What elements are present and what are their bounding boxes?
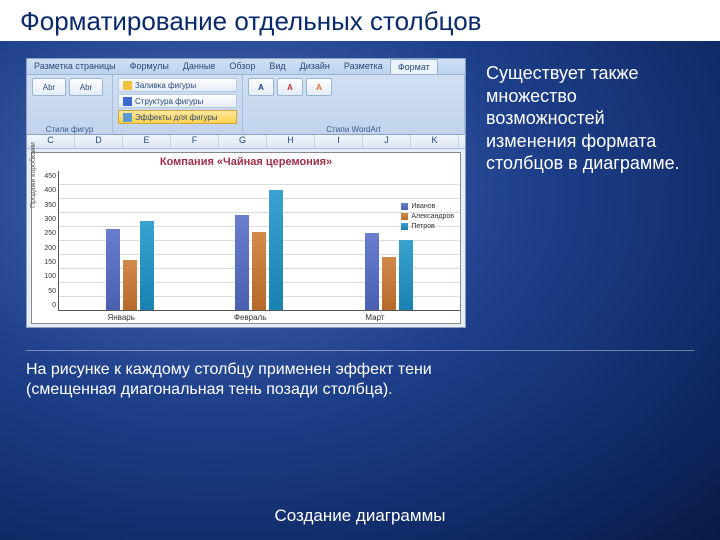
ribbon-group-shape-styles: Abr Abr Стили фигур	[27, 75, 113, 135]
app-screenshot: Разметка страницы Формулы Данные Обзор В…	[26, 58, 466, 328]
divider-line	[26, 350, 694, 351]
bar-feb-ivanov[interactable]	[235, 215, 249, 310]
bar-feb-aleks[interactable]	[252, 232, 266, 310]
slide-title: Форматирование отдельных столбцов	[0, 0, 720, 41]
tab-data[interactable]: Данные	[176, 59, 223, 74]
outline-icon	[123, 97, 132, 106]
bar-feb-petrov[interactable]	[269, 190, 283, 310]
wordart-preset-3[interactable]: A	[306, 78, 332, 96]
ribbon-group-wordart: A A A Стили WordArt	[243, 75, 465, 135]
bar-jan-ivanov[interactable]	[106, 229, 120, 310]
col-e[interactable]: E	[123, 135, 171, 148]
group-label-shape-styles: Стили фигур	[32, 125, 107, 134]
chart-title: Компания «Чайная церемония»	[32, 153, 460, 171]
tab-format[interactable]: Формат	[390, 59, 438, 74]
shape-style-preset-1[interactable]: Abr	[32, 78, 66, 96]
bar-jan-petrov[interactable]	[140, 221, 154, 310]
plot-area	[58, 171, 460, 311]
ribbon-group-shape-format: Заливка фигуры Структура фигуры Эффекты …	[113, 75, 243, 135]
chart-legend: Иванов Александров Петров	[401, 203, 454, 233]
legend-swatch-1	[401, 203, 408, 210]
col-d[interactable]: D	[75, 135, 123, 148]
bar-mar-petrov[interactable]	[399, 240, 413, 310]
shape-fill-label: Заливка фигуры	[135, 81, 196, 90]
bar-mar-ivanov[interactable]	[365, 233, 379, 310]
tab-layout[interactable]: Разметка	[337, 59, 390, 74]
caption-description: На рисунке к каждому столбцу применен эф…	[26, 360, 456, 400]
tab-page-layout[interactable]: Разметка страницы	[27, 59, 123, 74]
col-g[interactable]: G	[219, 135, 267, 148]
column-headers: C D E F G H I J K	[27, 135, 465, 149]
paint-bucket-icon	[123, 81, 132, 90]
cluster-mar	[365, 233, 413, 310]
tab-review[interactable]: Обзор	[222, 59, 262, 74]
tab-design[interactable]: Дизайн	[293, 59, 337, 74]
bar-mar-aleks[interactable]	[382, 257, 396, 310]
cluster-feb	[235, 190, 283, 310]
ribbon-tabs: Разметка страницы Формулы Данные Обзор В…	[27, 59, 465, 75]
col-k[interactable]: K	[411, 135, 459, 148]
shape-outline-button[interactable]: Структура фигуры	[118, 94, 237, 108]
effects-icon	[123, 113, 132, 122]
wordart-preset-2[interactable]: A	[277, 78, 303, 96]
col-f[interactable]: F	[171, 135, 219, 148]
shape-effects-label: Эффекты для фигуры	[135, 113, 218, 122]
bar-jan-aleks[interactable]	[123, 260, 137, 310]
col-h[interactable]: H	[267, 135, 315, 148]
legend-swatch-2	[401, 213, 408, 220]
ribbon: Разметка страницы Формулы Данные Обзор В…	[27, 59, 465, 135]
wordart-preset-1[interactable]: A	[248, 78, 274, 96]
col-j[interactable]: J	[363, 135, 411, 148]
side-description: Существует также множество возможностей …	[486, 62, 696, 175]
group-label-wordart: Стили WordArt	[248, 125, 459, 134]
col-i[interactable]: I	[315, 135, 363, 148]
legend-swatch-3	[401, 223, 408, 230]
shape-style-preset-2[interactable]: Abr	[69, 78, 103, 96]
shape-outline-label: Структура фигуры	[135, 97, 203, 106]
shape-fill-button[interactable]: Заливка фигуры	[118, 78, 237, 92]
tab-formulas[interactable]: Формулы	[123, 59, 176, 74]
y-axis-label: Продажи коробками	[30, 142, 37, 208]
cluster-jan	[106, 221, 154, 310]
tab-view[interactable]: Вид	[262, 59, 292, 74]
embedded-chart[interactable]: Компания «Чайная церемония» Продажи коро…	[31, 152, 461, 324]
footer-text: Создание диаграммы	[0, 506, 720, 526]
x-axis-labels: Январь Февраль Март	[32, 311, 460, 322]
shape-effects-button[interactable]: Эффекты для фигуры	[118, 110, 237, 124]
